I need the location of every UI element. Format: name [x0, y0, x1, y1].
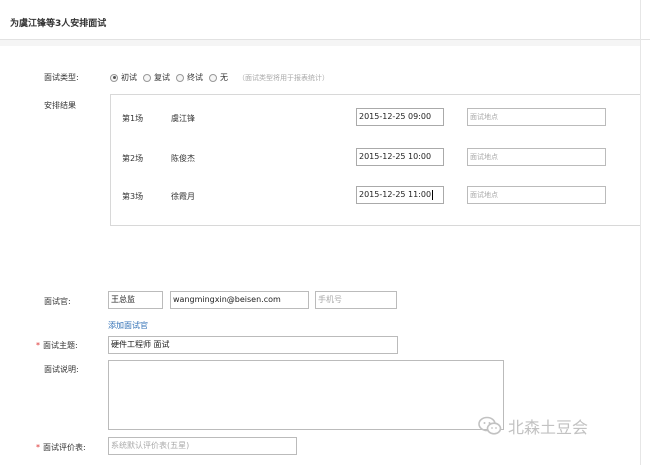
round-label: 第1场 [122, 114, 144, 123]
radio-unchecked-icon[interactable] [209, 73, 217, 82]
radio-second-interview[interactable]: 复试 [143, 72, 170, 83]
evaluation-label: 面试评价表: [43, 443, 86, 452]
subject-input[interactable]: 硬件工程师 面试 [108, 336, 398, 354]
interview-place-input[interactable]: 面试地点 [467, 148, 606, 166]
description-textarea[interactable] [108, 360, 504, 430]
description-label: 面试说明: [44, 365, 79, 374]
radio-label: 复试 [154, 73, 170, 82]
schedule-panel: 第1场 虞江锋 2015-12-25 09:00 面试地点 第2场 陈俊杰 20… [110, 94, 640, 226]
candidate-name: 徐霞月 [171, 192, 195, 201]
subject-label-wrap: * 面试主题: [36, 340, 78, 351]
round-label: 第2场 [122, 154, 144, 163]
round-label: 第3场 [122, 192, 144, 201]
interview-time-input[interactable]: 2015-12-25 10:00 [356, 148, 444, 166]
interview-time-input[interactable]: 2015-12-25 11:00 [356, 186, 444, 204]
required-mark: * [36, 443, 40, 452]
radio-none[interactable]: 无 [209, 72, 228, 83]
radio-first-interview[interactable]: 初试 [110, 72, 137, 83]
candidate-name: 陈俊杰 [171, 154, 195, 163]
interviewer-label: 面试官: [44, 297, 71, 306]
interview-place-input[interactable]: 面试地点 [467, 186, 606, 204]
dialog-header: 为虞江锋等3人安排面试 [0, 0, 650, 40]
radio-checked-icon[interactable] [110, 73, 118, 82]
schedule-label: 安排结果 [44, 101, 76, 110]
interview-type-hint: （面试类型将用于报表统计） [238, 73, 329, 82]
schedule-row: 第2场 陈俊杰 2015-12-25 10:00 面试地点 [111, 148, 641, 168]
subject-label: 面试主题: [43, 341, 78, 350]
header-divider [0, 40, 640, 46]
watermark-text: 北森土豆会 [508, 418, 589, 437]
radio-unchecked-icon[interactable] [143, 73, 151, 82]
text-cursor [432, 189, 434, 200]
interview-place-input[interactable]: 面试地点 [467, 108, 606, 126]
radio-label: 初试 [121, 73, 137, 82]
radio-label: 无 [220, 73, 228, 82]
time-value: 2015-12-25 11:00 [359, 190, 432, 199]
radio-label: 终试 [187, 73, 203, 82]
schedule-row: 第3场 徐霞月 2015-12-25 11:00 面试地点 [111, 186, 641, 206]
watermark: 北森土豆会 [478, 414, 588, 438]
evaluation-label-wrap: * 面试评价表: [36, 442, 86, 453]
interview-time-input[interactable]: 2015-12-25 09:00 [356, 108, 444, 126]
candidate-name: 虞江锋 [171, 114, 195, 123]
evaluation-form-select[interactable]: 系统默认评价表(五星) [108, 437, 297, 455]
schedule-row: 第1场 虞江锋 2015-12-25 09:00 面试地点 [111, 108, 641, 128]
wechat-icon [478, 416, 502, 435]
radio-final-interview[interactable]: 终试 [176, 72, 203, 83]
interviewer-name-input[interactable]: 王总监 [108, 291, 163, 309]
interview-type-label: 面试类型: [44, 73, 79, 82]
interviewer-email-input[interactable]: wangmingxin@beisen.com [170, 291, 309, 309]
dialog-right-border [640, 0, 641, 465]
required-mark: * [36, 341, 40, 350]
radio-unchecked-icon[interactable] [176, 73, 184, 82]
interviewer-phone-input[interactable]: 手机号 [315, 291, 397, 309]
add-interviewer-link[interactable]: 添加面试官 [108, 320, 148, 331]
interview-type-radio-group: 初试 复试 终试 无 （面试类型将用于报表统计） [110, 72, 329, 83]
dialog-title: 为虞江锋等3人安排面试 [10, 19, 107, 29]
